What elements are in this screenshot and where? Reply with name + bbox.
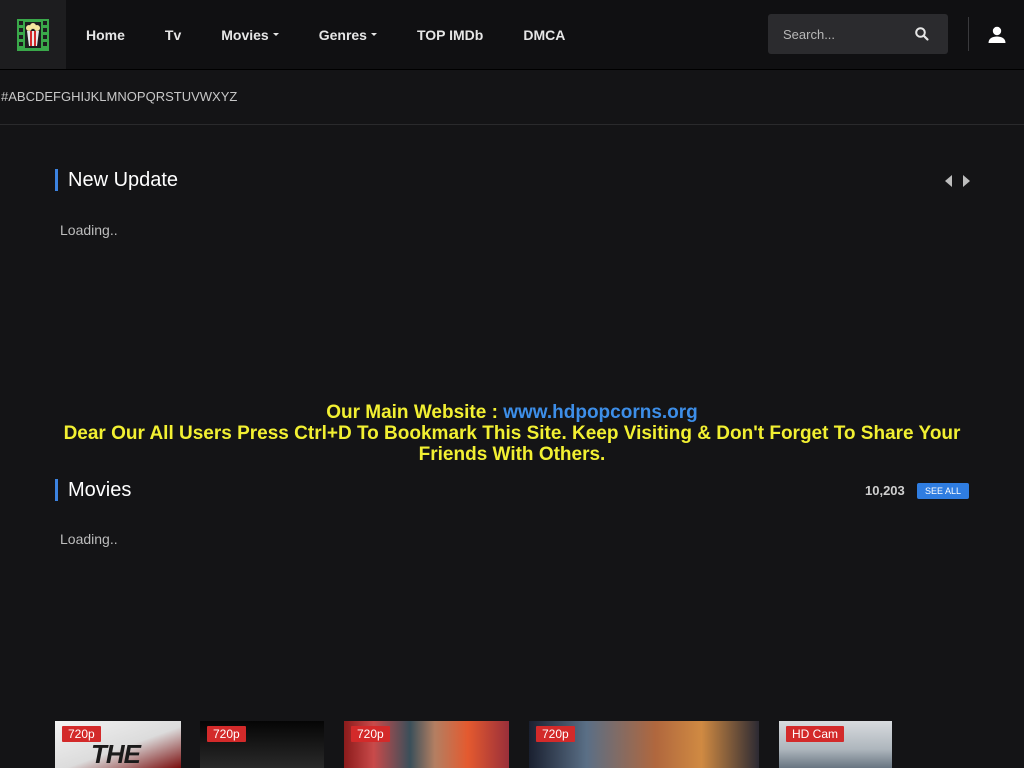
search-icon: [915, 27, 929, 41]
az-filter-letter[interactable]: K: [91, 89, 100, 105]
movies-count: 10,203: [865, 483, 905, 498]
header-divider: [968, 17, 969, 51]
search-input[interactable]: [768, 14, 908, 54]
az-filter-list: # A B C D E F G H I J K L M N O P Q R S T U V W X Y Z: [1, 89, 237, 105]
az-filter-letter[interactable]: L: [99, 89, 106, 105]
az-filter-letter[interactable]: V: [191, 89, 200, 105]
nav-item-genres[interactable]: Genres: [299, 27, 397, 43]
az-filter-letter[interactable]: P: [137, 89, 146, 105]
main-nav: Home Tv Movies Genres TOP IMDb DMCA: [66, 0, 585, 69]
nav-item-label: Genres: [318, 26, 367, 43]
az-filter-letter[interactable]: A: [8, 89, 17, 105]
quality-badge: 720p: [62, 726, 101, 742]
poster-art-text: THE 2ND: [91, 739, 141, 768]
az-filter-letter[interactable]: B: [17, 89, 26, 105]
quality-badge: 720p: [351, 726, 390, 742]
nav-item-label: Tv: [164, 26, 182, 43]
search-box: [768, 14, 948, 54]
new-update-title: New Update: [55, 169, 178, 191]
nav-item-movies[interactable]: Movies: [201, 27, 298, 43]
az-filter-letter[interactable]: O: [127, 89, 137, 105]
az-filter-letter[interactable]: Z: [229, 89, 237, 105]
az-filter-letter[interactable]: C: [26, 89, 35, 105]
announcement-line2: Dear Our All Users Press Ctrl+D To Bookm…: [63, 423, 961, 465]
az-filter-letter[interactable]: W: [200, 89, 212, 105]
see-all-button[interactable]: SEE ALL: [917, 483, 969, 499]
nav-item-label: Movies: [221, 26, 269, 43]
az-filter-letter[interactable]: E: [44, 89, 53, 105]
new-update-loading: Loading..: [60, 222, 118, 238]
az-filter-letter[interactable]: H: [71, 89, 80, 105]
quality-badge: 720p: [536, 726, 575, 742]
movie-poster[interactable]: 720p: [529, 721, 759, 768]
top-navbar: Home Tv Movies Genres TOP IMDb DMCA: [0, 0, 1024, 70]
movies-loading: Loading..: [60, 531, 118, 547]
site-logo[interactable]: [0, 0, 66, 69]
nav-item-dmca[interactable]: DMCA: [503, 27, 585, 43]
az-filter-letter[interactable]: X: [212, 89, 221, 105]
nav-item-label: DMCA: [523, 26, 566, 43]
az-filter-letter[interactable]: R: [156, 89, 165, 105]
nav-item-label: TOP IMDb: [416, 26, 484, 43]
movies-title: Movies: [55, 479, 131, 501]
nav-item-top-imdb[interactable]: TOP IMDb: [397, 27, 503, 43]
prev-arrow-button[interactable]: [942, 174, 954, 188]
announcement-prefix: Our Main Website :: [326, 402, 504, 423]
user-account-button[interactable]: [985, 23, 1009, 47]
quality-badge: HD Cam: [786, 726, 845, 742]
az-filter-letter[interactable]: #: [1, 89, 8, 105]
az-filter-letter[interactable]: U: [182, 89, 191, 105]
caret-down-icon: [370, 33, 377, 36]
quality-badge: 720p: [207, 726, 246, 742]
chevron-left-icon: [944, 175, 952, 187]
nav-item-tv[interactable]: Tv: [145, 27, 201, 43]
az-filter-letter[interactable]: T: [174, 89, 182, 105]
az-filter-letter[interactable]: Q: [146, 89, 156, 105]
search-button[interactable]: [914, 26, 930, 42]
main-website-link[interactable]: www.hdpopcorns.org: [503, 402, 698, 423]
film-popcorn-icon: [17, 18, 49, 51]
next-arrow-button[interactable]: [960, 174, 972, 188]
movie-poster[interactable]: 720p: [200, 721, 324, 768]
nav-item-home[interactable]: Home: [66, 27, 145, 43]
az-filter-letter[interactable]: M: [107, 89, 118, 105]
user-icon: [988, 26, 1006, 43]
announcement-line1: Our Main Website : www.hdpopcorns.org: [0, 402, 1024, 423]
movie-poster[interactable]: 720p: [344, 721, 509, 768]
chevron-right-icon: [962, 175, 970, 187]
az-filter-letter[interactable]: N: [117, 89, 126, 105]
az-filter-letter[interactable]: S: [165, 89, 174, 105]
nav-item-label: Home: [86, 26, 125, 43]
movie-poster[interactable]: THE 2ND 720p: [55, 721, 181, 768]
az-filter-letter[interactable]: F: [53, 89, 61, 105]
az-filter-letter[interactable]: G: [61, 89, 71, 105]
slider-arrows: [942, 174, 972, 188]
announcement: Our Main Website : www.hdpopcorns.org De…: [0, 402, 1024, 465]
az-filter-letter[interactable]: Y: [221, 89, 230, 105]
caret-down-icon: [272, 33, 279, 36]
movie-poster[interactable]: HD Cam: [779, 721, 892, 768]
az-filter-letter[interactable]: D: [35, 89, 44, 105]
